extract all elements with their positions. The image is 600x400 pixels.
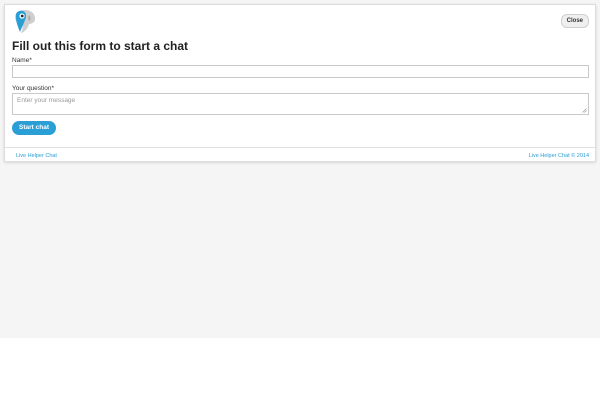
widget-footer: Live Helper Chat Live Helper Chat © 2014: [5, 147, 595, 162]
resize-grip-icon[interactable]: [582, 108, 587, 113]
close-button[interactable]: Close: [560, 14, 589, 28]
question-label: Your question*: [12, 85, 55, 92]
question-textarea[interactable]: Enter your message: [12, 93, 589, 115]
footer-link-right[interactable]: Live Helper Chat © 2014: [529, 153, 589, 159]
parrot-logo-icon: [11, 8, 37, 34]
start-chat-button[interactable]: Start chat: [12, 121, 56, 135]
question-placeholder: Enter your message: [17, 97, 76, 104]
name-label: Name*: [12, 57, 32, 64]
footer-link-left[interactable]: Live Helper Chat: [16, 153, 57, 159]
chat-start-widget: Close Fill out this form to start a chat…: [4, 4, 596, 162]
name-input[interactable]: [12, 65, 589, 78]
form-title: Fill out this form to start a chat: [12, 39, 189, 53]
